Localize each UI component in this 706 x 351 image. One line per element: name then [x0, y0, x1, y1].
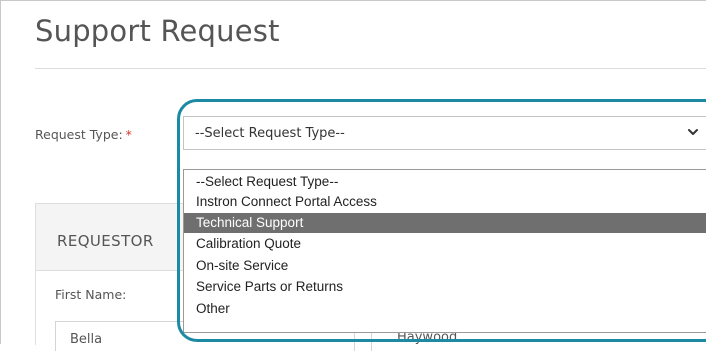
- support-request-page: Support Request Request Type: * REQUESTOR…: [0, 0, 706, 351]
- required-marker: *: [125, 127, 132, 142]
- chevron-down-icon: [688, 129, 698, 135]
- request-type-select-value: --Select Request Type--: [195, 126, 345, 141]
- request-type-select[interactable]: --Select Request Type--: [183, 116, 706, 150]
- option-service-parts-or-returns[interactable]: Service Parts or Returns: [184, 277, 706, 297]
- option-calibration-quote[interactable]: Calibration Quote: [184, 234, 706, 254]
- option-technical-support[interactable]: Technical Support: [184, 213, 706, 233]
- page-title: Support Request: [35, 14, 280, 48]
- request-type-label-text: Request Type:: [35, 127, 123, 142]
- option-on-site-service[interactable]: On-site Service: [184, 256, 706, 276]
- request-type-label: Request Type: *: [35, 127, 132, 142]
- first-name-label: First Name:: [55, 287, 127, 302]
- option-select-request-type[interactable]: --Select Request Type--: [184, 172, 706, 192]
- title-divider: [35, 68, 706, 69]
- requestor-section-title: REQUESTOR: [57, 232, 154, 250]
- option-other[interactable]: Other: [184, 299, 706, 319]
- option-instron-connect-portal-access[interactable]: Instron Connect Portal Access: [184, 192, 706, 212]
- request-type-dropdown-list: --Select Request Type-- Instron Connect …: [183, 169, 706, 333]
